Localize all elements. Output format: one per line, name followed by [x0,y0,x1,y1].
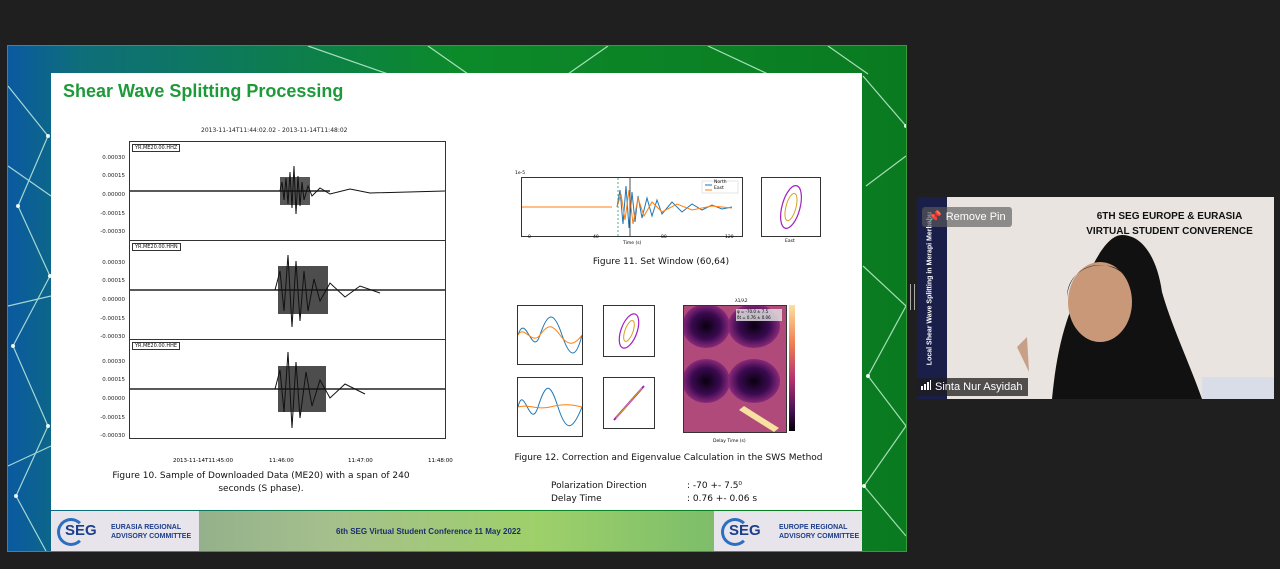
ytick: -0.00030 [100,433,125,439]
fig12-pm-initial [603,305,655,357]
fig11-scale: 1e-5 [515,171,526,176]
eigenvalue-heatmap [682,304,786,432]
ytick: 0.00000 [102,192,125,198]
fig11-caption: Figure 11. Set Window (60,64) [592,257,730,267]
video-banner-line1: 6TH SEG EUROPE & EURASIA [1096,211,1243,222]
fig11-trace-panel: North East [521,177,743,237]
ytick: 0.00015 [102,278,125,284]
xtick: 11:46:00 [269,458,294,464]
xtick: 80 [661,235,667,240]
legend-east: East [714,186,724,191]
fig11-trace [522,178,739,236]
xtick: 40 [593,235,599,240]
fig12-trace-initial [517,305,583,365]
ytick: 0.00000 [102,297,125,303]
pin-icon: 📌 [928,211,942,223]
channel-label: YR.ME20.00.HHZ [132,144,181,152]
channel-label: YR.ME20.00.HHE [132,342,180,350]
ytick: 0.00030 [102,260,125,266]
figure-12: λ1/λ2 φ = -70.0 ± 7.5 δt = 0.76 ± 0.06 D… [513,299,813,447]
remove-pin-label: Remove Pin [945,211,1006,223]
footer-right-text-1: EUROPE REGIONAL [779,524,848,531]
seismogram-hhe [130,351,445,429]
particle-motion-plot [780,185,802,229]
slide-footer: SEG EURASIA REGIONAL ADVISORY COMMITTEE … [51,511,862,551]
xtick: 11:48:00 [428,458,453,464]
participant-video-tile[interactable]: Local Shear Wave Splitting in Merapi Mer… [917,197,1274,399]
shared-screen: Shear Wave Splitting Processing 2013-11-… [7,45,907,552]
ytick: -0.00015 [100,316,125,322]
fig10-caption-line2: seconds (S phase). [218,484,304,494]
heat-annot-phi: φ = -70.0 ± 7.5 [737,309,769,314]
heat-title: λ1/λ2 [735,299,748,304]
waveform-initial [517,316,583,354]
ytick: 0.00030 [102,155,125,161]
heat-xlabel: Delay Time (s) [713,439,746,444]
fig11-xlabel: Time (s) [623,241,642,246]
ytick: -0.00015 [100,415,125,421]
waveform-corrected [517,387,583,427]
footer-left-text-1: EURASIA REGIONAL [111,524,182,531]
figure-10: 2013-11-14T11:44:02.02 - 2013-11-14T11:4… [51,123,471,468]
trace-panel-hhe: YR.ME20.00.HHE [129,339,446,439]
panel-resize-handle[interactable] [910,284,915,310]
xtick: 0 [528,235,531,240]
ytick: 0.00000 [102,396,125,402]
fig12-caption: Figure 12. Correction and Eigenvalue Cal… [514,453,823,463]
ytick: 0.00015 [102,173,125,179]
fig10-caption-line1: Figure 10. Sample of Downloaded Data (ME… [112,471,410,481]
seismogram-hhn [130,254,445,328]
video-banner-line2: VIRTUAL STUDENT CONVERENCE [1086,226,1253,237]
pm-xlabel: East [785,239,795,244]
xtick: 11:47:00 [348,458,373,464]
fig12-pm-corrected [603,377,655,429]
delay-label: Delay Time [551,494,602,504]
fig12-heatmap: φ = -70.0 ± 7.5 δt = 0.76 ± 0.06 [682,304,787,433]
polarization-value: : -70 +- 7.5⁰ [687,481,743,491]
pm-corrected [613,385,645,421]
ytick: -0.00030 [100,334,125,340]
legend-north: North [714,180,727,185]
presentation-slide: Shear Wave Splitting Processing 2013-11-… [51,73,862,510]
channel-label: YR.ME20.00.HHN [132,243,181,251]
xtick: 120 [725,235,734,240]
trace-panel-hhn: YR.ME20.00.HHN [129,240,446,340]
trace-panel-hhz: YR.ME20.00.HHZ [129,141,446,241]
fig10-time-range: 2013-11-14T11:44:02.02 - 2013-11-14T11:4… [201,127,348,134]
participant-name-tag: Sinta Nur Asyidah [917,378,1029,396]
figure-11: 1e-5 North East Time (s) 0 40 80 120 Eas… [513,171,823,251]
fig12-trace-corrected [517,377,583,437]
ytick: -0.00030 [100,229,125,235]
seismogram-hhz [130,165,446,215]
seg-logo-left: SEG [65,522,97,539]
remove-pin-button[interactable]: 📌 Remove Pin [922,207,1012,227]
slide-title: Shear Wave Splitting Processing [63,81,344,101]
heat-annot-dt: δt = 0.76 ± 0.06 [737,315,771,320]
participant-name: Sinta Nur Asyidah [935,381,1023,393]
ytick: 0.00015 [102,377,125,383]
ytick: -0.00015 [100,211,125,217]
ytick: 0.00030 [102,359,125,365]
video-side-text: Local Shear Wave Splitting in Merapi Mer… [926,211,934,366]
pm-initial [618,313,640,349]
colorbar [789,305,795,431]
seg-logo-right: SEG [729,522,761,539]
polarization-label: Polarization Direction [551,481,647,491]
video-banner: 6TH SEG EUROPE & EURASIA VIRTUAL STUDENT… [1067,209,1272,239]
delay-value: : 0.76 +- 0.06 s [687,494,758,504]
xtick: 2013-11-14T11:45:00 [173,458,234,464]
signal-strength-icon [921,378,931,396]
footer-right-text-2: ADVISORY COMMITTEE [779,533,860,540]
footer-left-text-2: ADVISORY COMMITTEE [111,533,192,540]
fig11-particle-motion [761,177,821,237]
footer-center-text: 6th SEG Virtual Student Conference 11 Ma… [336,527,521,536]
